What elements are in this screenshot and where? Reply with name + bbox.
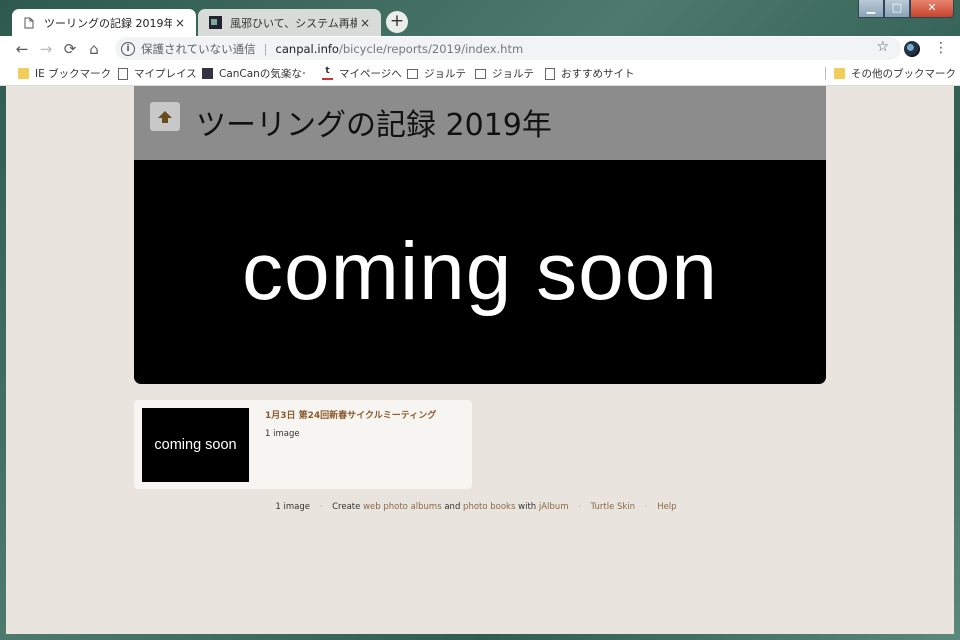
album-header: ツーリングの記録 2019年 [134, 86, 826, 160]
browser-toolbar: ← → ⟳ ⌂ i 保護されていない通信 | canpal.info/bicyc… [0, 36, 960, 61]
maximize-button[interactable]: □ [884, 0, 910, 18]
page-icon [22, 16, 36, 30]
site-favicon-icon [208, 16, 222, 30]
page-viewport: ツーリングの記録 2019年 coming soon coming soon 1… [6, 86, 954, 634]
folder-icon [18, 68, 29, 79]
close-tab-icon[interactable]: × [172, 16, 188, 30]
profile-avatar[interactable] [904, 41, 920, 57]
jalbum-link[interactable]: jAlbum [539, 502, 569, 512]
album-thumbnail[interactable]: coming soon [142, 408, 249, 482]
reload-button[interactable]: ⟳ [58, 40, 82, 58]
page-icon [545, 67, 555, 80]
bookmark-jorte-1[interactable]: ジョルテ [407, 66, 466, 81]
address-bar[interactable]: i 保護されていない通信 | canpal.info/bicycle/repor… [115, 37, 901, 60]
browser-window: ツーリングの記録 2019年 × 風邪ひいて、システム再構築 | C × + ▁… [0, 0, 960, 640]
bookmark-recommended[interactable]: おすすめサイト [545, 66, 635, 81]
footer-dot: · [644, 502, 648, 512]
photo-books-link[interactable]: photo books [463, 502, 515, 512]
calendar-icon [407, 68, 418, 79]
album-card[interactable]: coming soon 1月3日 第24回新春サイクルミーティング 1 imag… [134, 400, 472, 489]
bookmark-label: IE ブックマーク [35, 68, 112, 80]
footer-text: and [444, 502, 461, 512]
album-title-link[interactable]: 1月3日 第24回新春サイクルミーティング [265, 408, 436, 421]
other-bookmarks[interactable]: その他のブックマーク [834, 66, 956, 81]
tab-title: ツーリングの記録 2019年 [44, 16, 172, 30]
address-separator: | [263, 41, 268, 56]
site-icon: t [322, 67, 333, 80]
hero-text: coming soon [242, 226, 718, 317]
help-link[interactable]: Help [657, 502, 676, 512]
minimize-button[interactable]: ▁ [858, 0, 884, 18]
hero-image[interactable]: coming soon [134, 160, 826, 384]
bookmarks-divider [825, 67, 826, 80]
web-albums-link[interactable]: web photo albums [363, 502, 442, 512]
folder-icon [834, 68, 845, 79]
calendar-icon [475, 68, 486, 79]
up-level-button[interactable] [150, 102, 180, 131]
footer-text: with [518, 502, 537, 512]
bookmark-label: マイページへ [339, 68, 402, 80]
footer-dot: · [319, 502, 323, 512]
url-path: /bicycle/reports/2019/index.htm [338, 41, 524, 56]
bookmark-ie[interactable]: IE ブックマーク [18, 66, 111, 81]
close-window-button[interactable]: ✕ [910, 0, 954, 18]
skin-link[interactable]: Turtle Skin [591, 502, 635, 512]
tab-strip: ツーリングの記録 2019年 × 風邪ひいて、システム再構築 | C × + ▁… [0, 0, 960, 36]
tab-title: 風邪ひいて、システム再構築 | C [230, 16, 357, 30]
bookmark-label: その他のブックマーク [851, 68, 956, 80]
footer-dot: · [578, 502, 581, 512]
bookmark-cancan[interactable]: CanCanの気楽なー日 [202, 66, 305, 81]
bookmark-myplace[interactable]: マイプレイス [118, 66, 197, 81]
url-host: canpal.info [275, 41, 339, 56]
bookmark-mypage[interactable]: t マイページへ [322, 66, 402, 81]
page-footer: 1 image · Create web photo albums and ph… [6, 502, 946, 512]
info-icon[interactable]: i [121, 41, 135, 56]
bookmark-star-icon[interactable]: ☆ [876, 39, 889, 55]
thumbnail-text: coming soon [154, 437, 237, 453]
bookmark-jorte-2[interactable]: ジョルテ [475, 66, 534, 81]
window-controls: ▁ □ ✕ [858, 0, 954, 18]
page-icon [118, 67, 128, 80]
close-tab-icon[interactable]: × [357, 16, 373, 30]
bookmark-label: CanCanの気楽なー日 [219, 68, 305, 80]
page-title: ツーリングの記録 2019年 [196, 108, 552, 143]
tab-touring-record[interactable]: ツーリングの記録 2019年 × [12, 9, 196, 36]
home-button[interactable]: ⌂ [82, 40, 106, 58]
forward-button[interactable]: → [34, 40, 58, 58]
bookmark-label: おすすめサイト [561, 68, 635, 80]
browser-menu-icon[interactable]: ⋮ [934, 40, 948, 56]
footer-text: Create [332, 502, 361, 512]
bookmark-label: マイプレイス [134, 68, 197, 80]
up-arrow-icon [158, 110, 172, 123]
site-icon [202, 68, 213, 79]
new-tab-button[interactable]: + [386, 11, 408, 33]
security-label: 保護されていない通信 [141, 41, 256, 56]
tab-system-rebuild[interactable]: 風邪ひいて、システム再構築 | C × [198, 9, 381, 36]
back-button[interactable]: ← [10, 40, 34, 58]
footer-count: 1 image [275, 502, 311, 512]
album-hero: ツーリングの記録 2019年 coming soon [134, 86, 826, 384]
bookmark-label: ジョルテ [424, 68, 466, 80]
album-image-count: 1 image [265, 429, 300, 439]
bookmark-label: ジョルテ [492, 68, 534, 80]
bookmarks-bar: IE ブックマーク マイプレイス CanCanの気楽なー日 t マイページへ ジ… [0, 61, 960, 86]
